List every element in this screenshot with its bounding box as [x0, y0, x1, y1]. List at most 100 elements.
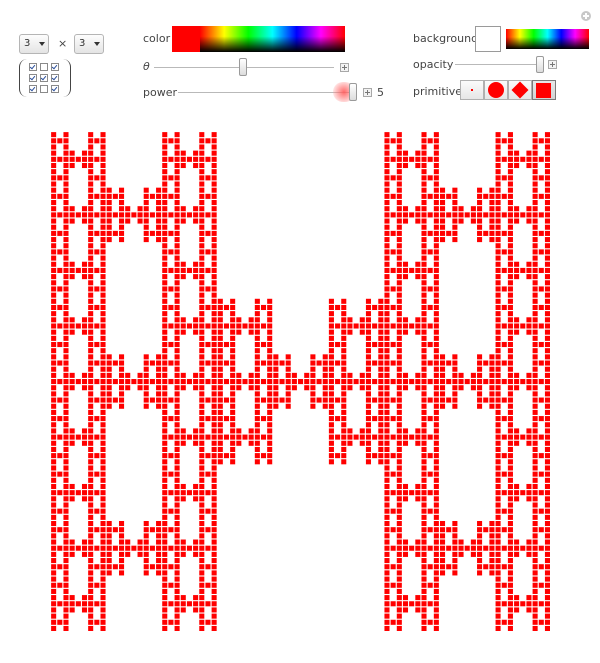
fractal-cell — [341, 422, 347, 428]
fractal-cell — [390, 249, 396, 255]
fractal-cell — [378, 422, 384, 428]
fractal-cell — [88, 218, 94, 224]
fractal-cell — [119, 372, 125, 378]
fractal-cell — [378, 323, 384, 329]
fractal-cell — [254, 391, 260, 397]
fractal-cell — [501, 379, 507, 385]
fractal-cell — [440, 558, 446, 564]
fractal-cell — [69, 317, 75, 323]
fractal-cell — [217, 372, 223, 378]
fractal-cell — [544, 181, 550, 187]
fractal-cell — [477, 558, 483, 564]
fractal-cell — [514, 385, 520, 391]
fractal-cell — [507, 422, 513, 428]
fractal-cell — [390, 416, 396, 422]
fractal-cell — [378, 446, 384, 452]
fractal-cell — [88, 564, 94, 570]
fractal-cell — [458, 206, 464, 212]
fractal-cell — [211, 144, 217, 150]
fractal-cell — [162, 564, 168, 570]
fractal-cell — [88, 527, 94, 533]
fractal-cell — [440, 564, 446, 570]
fractal-cell — [544, 261, 550, 267]
fractal-cell — [495, 181, 501, 187]
fractal-cell — [149, 397, 155, 403]
fractal-cell — [384, 379, 390, 385]
fractal-cell — [100, 453, 106, 459]
fractal-cell — [156, 545, 162, 551]
fractal-cell — [415, 595, 421, 601]
fractal-cell — [507, 409, 513, 415]
fractal-cell — [106, 212, 112, 218]
fractal-cell — [63, 280, 69, 286]
fractal-cell — [384, 261, 390, 267]
fractal-cell — [507, 545, 513, 551]
fractal-cell — [532, 366, 538, 372]
fractal-cell — [88, 397, 94, 403]
fractal-cell — [106, 187, 112, 193]
fractal-cell — [211, 582, 217, 588]
fractal-cell — [230, 354, 236, 360]
fractal-cell — [532, 230, 538, 236]
fractal-cell — [477, 360, 483, 366]
fractal-cell — [507, 508, 513, 514]
fractal-cell — [433, 175, 439, 181]
fractal-cell — [162, 558, 168, 564]
fractal-cell — [507, 459, 513, 465]
fractal-cell — [341, 403, 347, 409]
fractal-cell — [328, 446, 334, 452]
fractal-cell — [365, 372, 371, 378]
fractal-cell — [199, 181, 205, 187]
fractal-cell — [156, 551, 162, 557]
fractal-cell — [409, 212, 415, 218]
fractal-cell — [193, 551, 199, 557]
fractal-cell — [514, 212, 520, 218]
fractal-cell — [544, 286, 550, 292]
fractal-cell — [88, 298, 94, 304]
fractal-cell — [341, 329, 347, 335]
fractal-cell — [495, 545, 501, 551]
fractal-cell — [477, 212, 483, 218]
fractal-cell — [514, 150, 520, 156]
fractal-cell — [106, 539, 112, 545]
fractal-cell — [174, 237, 180, 243]
fractal-cell — [119, 193, 125, 199]
fractal-cell — [347, 379, 353, 385]
fractal-cell — [88, 237, 94, 243]
fractal-cell — [230, 385, 236, 391]
fractal-cell — [162, 280, 168, 286]
fractal-cell — [544, 193, 550, 199]
fractal-cell — [532, 317, 538, 323]
fractal-cell — [544, 138, 550, 144]
fractal-cell — [532, 514, 538, 520]
fractal-cell — [162, 588, 168, 594]
fractal-cell — [180, 261, 186, 267]
fractal-cell — [100, 483, 106, 490]
fractal-cell — [538, 156, 544, 162]
fractal-cell — [489, 379, 495, 385]
fractal-cell — [544, 570, 550, 576]
fractal-cell — [63, 187, 69, 193]
fractal-cell — [421, 132, 427, 138]
fractal-cell — [328, 453, 334, 459]
fractal-cell — [421, 539, 427, 545]
fractal-cell — [156, 385, 162, 391]
fractal-cell — [507, 323, 513, 329]
fractal-cell — [143, 551, 149, 557]
fractal-cell — [230, 434, 236, 440]
fractal-cell — [94, 397, 100, 403]
fractal-cell — [119, 224, 125, 230]
fractal-cell — [88, 508, 94, 514]
fractal-cell — [168, 360, 174, 366]
fractal-cell — [507, 274, 513, 280]
fractal-cell — [81, 490, 88, 496]
fractal-cell — [433, 311, 439, 317]
fractal-cell — [433, 558, 439, 564]
fractal-cell — [328, 403, 334, 409]
fractal-cell — [156, 533, 162, 539]
fractal-cell — [532, 490, 538, 496]
fractal-cell — [100, 446, 106, 452]
fractal-cell — [495, 601, 501, 607]
fractal-cell — [180, 428, 186, 434]
fractal-cell — [199, 255, 205, 261]
